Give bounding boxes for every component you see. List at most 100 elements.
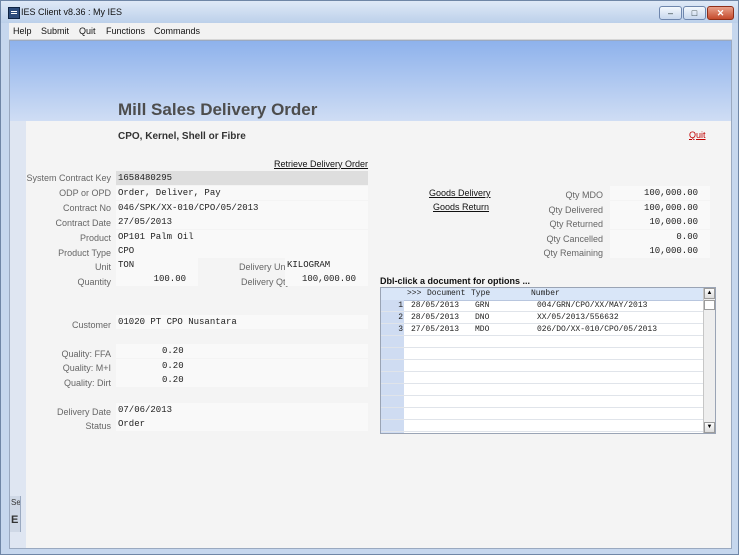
quality-mi-field[interactable]: 0.20 (116, 359, 368, 373)
system-contract-key-label: System Contract Key (26, 173, 111, 183)
table-row-empty (381, 408, 703, 420)
app-icon (8, 7, 20, 19)
close-button[interactable]: ✕ (707, 6, 734, 20)
quality-dirt-label: Quality: Dirt (63, 378, 111, 388)
documents-grid[interactable]: >>> Document Type Number 1 28/05/2013 GR… (380, 287, 716, 434)
side-panel-fragment[interactable]: Ses E (10, 496, 21, 532)
qty-cancelled-field: 0.00 (610, 230, 710, 244)
qty-mdo-field: 100,000.00 (610, 186, 710, 200)
row-date: 28/05/2013 (411, 313, 460, 322)
content-area: Mill Sales Delivery Order CPO, Kernel, S… (9, 40, 732, 549)
header-number[interactable]: Number (531, 289, 560, 298)
customer-label: Customer (71, 320, 111, 330)
row-number-value: 026/DO/XX-010/CPO/05/2013 (537, 325, 658, 334)
qty-mdo-label: Qty MDO (565, 190, 604, 200)
scroll-up-icon[interactable]: ▲ (704, 288, 715, 299)
retrieve-delivery-order-link[interactable]: Retrieve Delivery Order (274, 159, 368, 169)
menu-functions[interactable]: Functions (106, 26, 145, 36)
goods-delivery-link[interactable]: Goods Delivery (429, 188, 491, 198)
menu-submit[interactable]: Submit (41, 26, 69, 36)
window-title: IES Client v8.36 : My IES (21, 7, 123, 17)
row-date: 28/05/2013 (411, 301, 460, 310)
status-label: Status (85, 421, 111, 431)
side-panel-icon-text: E (11, 514, 19, 526)
table-row-empty (381, 360, 703, 372)
contract-no-label: Contract No (62, 203, 111, 213)
delivery-qty-label: Delivery Qty (240, 277, 290, 287)
product-label: Product (79, 233, 111, 243)
quality-dirt-field[interactable]: 0.20 (116, 373, 368, 387)
qty-returned-field: 10,000.00 (610, 215, 710, 229)
scroll-down-icon[interactable]: ▼ (704, 422, 715, 433)
row-type: MDO (475, 325, 490, 334)
system-contract-key-field: 1658480295 (116, 171, 368, 185)
side-panel-label: Ses (11, 498, 21, 507)
header-type[interactable]: Type (471, 289, 490, 298)
documents-grid-title: Dbl-click a document for options ... (380, 276, 531, 286)
qty-returned-label: Qty Returned (549, 219, 603, 229)
delivery-unit-label: Delivery Unit (238, 262, 290, 272)
table-row-empty (381, 336, 703, 348)
product-type-field[interactable]: CPO (116, 244, 368, 258)
qty-delivered-field: 100,000.00 (610, 201, 710, 215)
header-document[interactable]: Document (427, 289, 465, 298)
row-type: GRN (475, 301, 490, 310)
menu-commands[interactable]: Commands (154, 26, 200, 36)
scroll-thumb[interactable] (704, 300, 715, 310)
menu-help[interactable]: Help (13, 26, 32, 36)
quit-link[interactable]: Quit (689, 130, 706, 140)
quality-ffa-field[interactable]: 0.20 (116, 344, 368, 358)
status-field: Order (116, 417, 368, 431)
table-row[interactable]: 1 28/05/2013 GRN 004/GRN/CPO/XX/MAY/2013 (381, 300, 703, 312)
menu-quit[interactable]: Quit (79, 26, 96, 36)
header-marker: >>> (407, 289, 422, 298)
customer-field[interactable]: 01020 PT CPO Nusantara (116, 315, 368, 329)
row-number-value: XX/05/2013/556632 (537, 313, 619, 322)
app-window: IES Client v8.36 : My IES – □ ✕ Help Sub… (0, 0, 739, 555)
odp-or-opd-field[interactable]: Order, Deliver, Pay (116, 186, 368, 200)
product-type-label: Product Type (58, 248, 111, 258)
row-date: 27/05/2013 (411, 325, 460, 334)
close-icon: ✕ (716, 8, 725, 18)
table-row-empty (381, 420, 703, 432)
delivery-date-label: Delivery Date (56, 407, 111, 417)
unit-field[interactable]: TON (116, 258, 198, 272)
goods-return-link[interactable]: Goods Return (433, 202, 489, 212)
maximize-icon: □ (691, 8, 698, 18)
qty-cancelled-label: Qty Cancelled (546, 234, 603, 244)
page-subtitle: CPO, Kernel, Shell or Fibre (118, 131, 246, 142)
minimize-icon: – (667, 8, 673, 18)
row-number: 1 (398, 301, 403, 310)
table-row-empty (381, 396, 703, 408)
row-number: 3 (398, 325, 403, 334)
delivery-qty-field[interactable]: 100,000.00 (285, 272, 368, 286)
table-row[interactable]: 2 28/05/2013 DNO XX/05/2013/556632 (381, 312, 703, 324)
quantity-field[interactable]: 100.00 (116, 272, 198, 286)
unit-label: Unit (94, 262, 111, 272)
product-field[interactable]: OP101 Palm Oil (116, 230, 368, 244)
qty-remaining-label: Qty Remaining (543, 248, 603, 258)
table-row-empty (381, 348, 703, 360)
title-bar[interactable]: IES Client v8.36 : My IES – □ ✕ (1, 1, 738, 23)
documents-scrollbar[interactable]: ▲ ▼ (703, 288, 715, 433)
contract-date-field[interactable]: 27/05/2013 (116, 215, 368, 229)
minimize-button[interactable]: – (659, 6, 682, 20)
page-title: Mill Sales Delivery Order (118, 100, 318, 119)
table-row[interactable]: 3 27/05/2013 MDO 026/DO/XX-010/CPO/05/20… (381, 324, 703, 336)
odp-or-opd-label: ODP or OPD (59, 188, 111, 198)
maximize-button[interactable]: □ (683, 6, 706, 20)
row-number-value: 004/GRN/CPO/XX/MAY/2013 (537, 301, 648, 310)
delivery-unit-field[interactable]: KILOGRAM (285, 258, 368, 272)
table-row-empty (381, 384, 703, 396)
delivery-date-field[interactable]: 07/06/2013 (116, 403, 368, 417)
contract-date-label: Contract Date (55, 218, 111, 228)
qty-remaining-field: 10,000.00 (610, 244, 710, 258)
quality-mi-label: Quality: M+I (62, 363, 111, 373)
row-type: DNO (475, 313, 490, 322)
quantity-label: Quantity (77, 277, 111, 287)
row-number: 2 (398, 313, 403, 322)
qty-delivered-label: Qty Delivered (548, 205, 603, 215)
menu-bar: Help Submit Quit Functions Commands (9, 23, 732, 40)
contract-no-field[interactable]: 046/SPK/XX-010/CPO/05/2013 (116, 201, 368, 215)
table-row-empty (381, 372, 703, 384)
